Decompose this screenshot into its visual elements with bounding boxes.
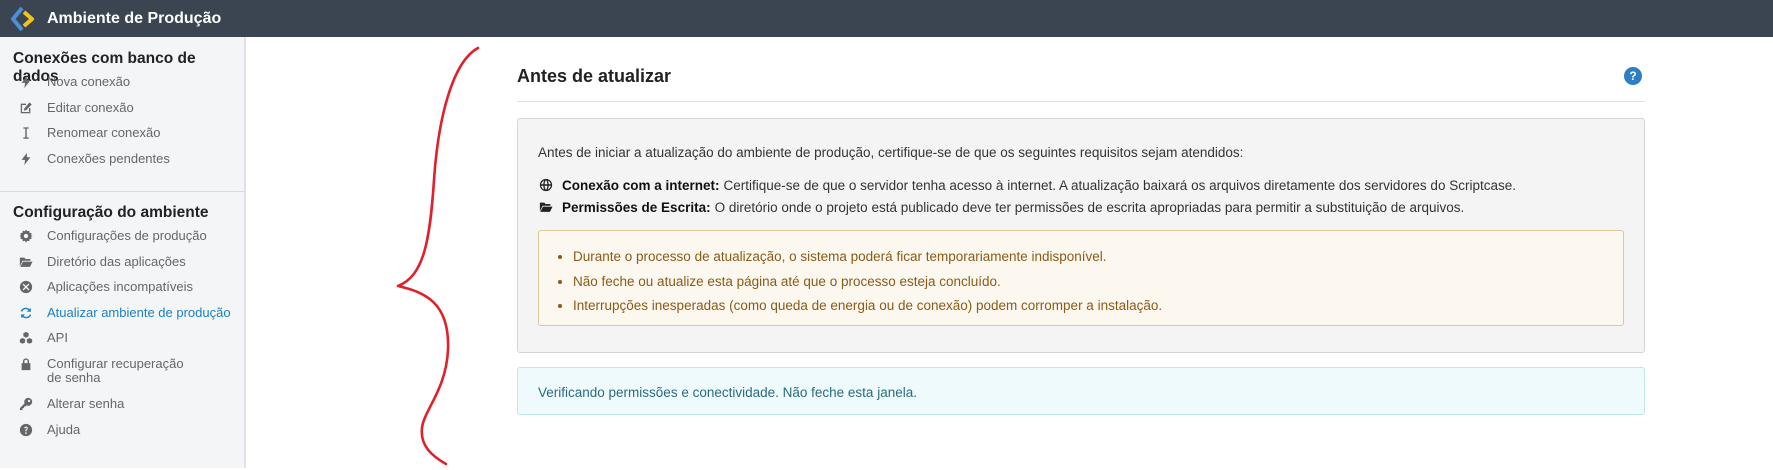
folder-open-icon bbox=[18, 254, 34, 270]
gear-icon bbox=[18, 228, 34, 244]
sync-icon bbox=[18, 305, 34, 321]
requirement-label: Permissões de Escrita: bbox=[562, 199, 711, 215]
page-title: Antes de atualizar bbox=[517, 66, 672, 86]
sidebar-item-diretorio-aplicacoes[interactable]: Diretório das aplicações bbox=[0, 253, 244, 281]
requirements-panel: Antes de iniciar a atualização do ambien… bbox=[517, 118, 1645, 353]
sidebar-item-label: Editar conexão bbox=[47, 99, 134, 115]
text-cursor-icon bbox=[18, 125, 34, 141]
top-bar: Ambiente de Produção bbox=[0, 0, 1773, 37]
folder-open-icon bbox=[538, 199, 554, 215]
question-circle-icon bbox=[18, 422, 34, 438]
sidebar-item-label: Ajuda bbox=[47, 421, 81, 437]
warning-item: Durante o processo de atualização, o sis… bbox=[573, 245, 1623, 270]
title-divider bbox=[517, 101, 1645, 102]
sidebar-item-editar-conexao[interactable]: Editar conexão bbox=[0, 99, 244, 127]
times-circle-icon bbox=[18, 279, 34, 295]
warning-box: Durante o processo de atualização, o sis… bbox=[538, 230, 1624, 326]
sidebar-item-nova-conexao[interactable]: Nova conexão bbox=[0, 75, 244, 101]
sidebar-item-label: API bbox=[47, 330, 68, 346]
requirement-internet: Conexão com a internet: Certifique-se de… bbox=[538, 177, 1516, 193]
red-brace-annotation bbox=[396, 46, 480, 466]
requirement-write-permissions: Permissões de Escrita: O diretório onde … bbox=[538, 199, 1464, 215]
sidebar-item-label: Atualizar ambiente de produção bbox=[47, 304, 231, 320]
sidebar-item-label: Renomear conexão bbox=[47, 125, 161, 141]
requirement-label: Conexão com a internet: bbox=[562, 177, 720, 193]
sidebar-item-label: Configurar recuperação de senha bbox=[47, 355, 184, 385]
app-logo-icon bbox=[9, 5, 37, 33]
sidebar-item-conexoes-pendentes[interactable]: Conexões pendentes bbox=[0, 150, 244, 178]
key-icon bbox=[18, 396, 34, 412]
cubes-icon bbox=[18, 330, 34, 346]
app-title: Ambiente de Produção bbox=[47, 9, 222, 27]
requirement-text: O diretório onde o projeto está publicad… bbox=[714, 199, 1465, 215]
sidebar-item-renomear-conexao[interactable]: Renomear conexão bbox=[0, 126, 244, 152]
sidebar-section-title-environment: Configuração do ambiente bbox=[13, 204, 209, 221]
sidebar-item-alterar-senha[interactable]: Alterar senha bbox=[0, 395, 244, 423]
sidebar-item-label: Alterar senha bbox=[47, 395, 125, 411]
help-icon[interactable]: ? bbox=[1624, 67, 1642, 85]
sidebar-item-configurar-recuperacao-senha[interactable]: Configurar recuperação de senha bbox=[0, 355, 244, 397]
globe-icon bbox=[538, 177, 554, 193]
intro-text: Antes de iniciar a atualização do ambien… bbox=[538, 145, 1244, 160]
sidebar: Conexões com banco de dados Nova conexão… bbox=[0, 37, 246, 468]
warning-item: Não feche ou atualize esta página até qu… bbox=[573, 270, 1623, 295]
sidebar-item-atualizar-ambiente[interactable]: Atualizar ambiente de produção bbox=[0, 304, 244, 332]
warning-item: Interrupções inesperadas (como queda de … bbox=[573, 294, 1623, 319]
sidebar-item-api[interactable]: API bbox=[0, 331, 244, 357]
sidebar-item-label: Nova conexão bbox=[47, 74, 131, 89]
sidebar-menu-environment: Configurações de produção Diretório das … bbox=[0, 229, 244, 448]
sidebar-item-label: Diretório das aplicações bbox=[47, 253, 186, 269]
bolt-icon bbox=[18, 151, 34, 167]
edit-icon bbox=[18, 100, 34, 116]
sidebar-item-label: Aplicações incompatíveis bbox=[47, 279, 193, 295]
bolt-icon bbox=[18, 74, 34, 90]
sidebar-item-aplicacoes-incompativeis[interactable]: Aplicações incompatíveis bbox=[0, 280, 244, 306]
requirement-text: Certifique-se de que o servidor tenha ac… bbox=[723, 177, 1516, 193]
sidebar-item-label: Configurações de produção bbox=[47, 228, 207, 243]
sidebar-item-label: Conexões pendentes bbox=[47, 150, 170, 166]
sidebar-divider bbox=[0, 191, 244, 192]
sidebar-menu-connections: Nova conexão Editar conexão Renomear con… bbox=[0, 75, 244, 177]
lock-icon bbox=[18, 356, 34, 372]
sidebar-item-configuracoes-producao[interactable]: Configurações de produção bbox=[0, 229, 244, 255]
status-message: Verificando permissões e conectividade. … bbox=[517, 367, 1645, 415]
sidebar-item-ajuda[interactable]: Ajuda bbox=[0, 421, 244, 449]
